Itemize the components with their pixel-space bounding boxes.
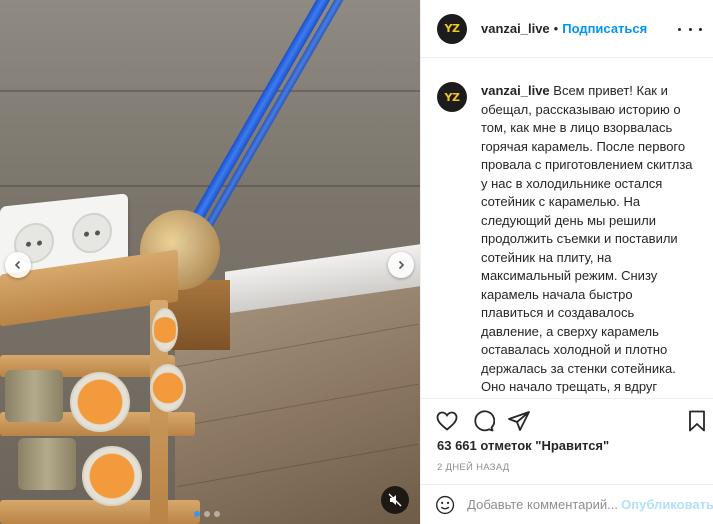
carousel-dot [214, 511, 220, 517]
spice-jar [5, 370, 63, 422]
caption-scroll-area[interactable]: YZ vanzai_live Всем привет! Как и обещал… [421, 58, 713, 398]
comment-icon[interactable] [471, 409, 495, 433]
carousel-dot [204, 511, 210, 517]
post-date[interactable]: 2 ДНЕЙ НАЗАД [437, 462, 510, 473]
action-bar [421, 398, 713, 438]
emoji-icon[interactable] [435, 494, 455, 516]
carousel-prev-button[interactable] [5, 252, 31, 278]
heart-icon[interactable] [435, 409, 459, 433]
likes-count[interactable]: 63 661 отметок "Нравится" [437, 438, 609, 453]
carousel-next-button[interactable] [388, 252, 414, 278]
spice-jar-lid [150, 364, 186, 412]
caption: vanzai_live Всем привет! Как и обещал, р… [481, 82, 698, 398]
caption-username-link[interactable]: vanzai_live [481, 83, 550, 98]
comment-input[interactable] [467, 497, 618, 512]
more-options-button[interactable] [678, 20, 702, 38]
spice-jar [18, 438, 76, 490]
username-link[interactable]: vanzai_live [481, 21, 550, 36]
follow-button[interactable]: Подписаться [562, 21, 647, 36]
mute-icon [388, 493, 402, 507]
share-icon[interactable] [507, 409, 531, 433]
separator-dot: • [553, 21, 559, 36]
more-icon [678, 27, 681, 31]
post-header: YZ vanzai_live • Подписаться [421, 0, 713, 58]
caption-avatar[interactable]: YZ [437, 82, 467, 112]
spice-jar-lid [152, 308, 178, 352]
chevron-right-icon [398, 260, 405, 270]
post-details-panel: YZ vanzai_live • Подписаться YZ vanzai_l… [420, 0, 713, 524]
chevron-left-icon [14, 260, 21, 270]
wall-seam [0, 90, 420, 92]
publish-button[interactable]: Опубликовать [621, 497, 713, 512]
carousel-indicator [194, 511, 220, 517]
caption-body: Всем привет! Как и обещал, рассказываю и… [481, 83, 693, 398]
comment-bar: Опубликовать [421, 484, 713, 524]
post-media[interactable] [0, 0, 420, 524]
spice-jar-lid [70, 372, 130, 432]
carousel-dot [194, 511, 200, 517]
mute-button[interactable] [381, 486, 409, 514]
bookmark-icon[interactable] [685, 409, 709, 433]
avatar[interactable]: YZ [437, 13, 467, 44]
spice-jar-lid [82, 446, 142, 506]
